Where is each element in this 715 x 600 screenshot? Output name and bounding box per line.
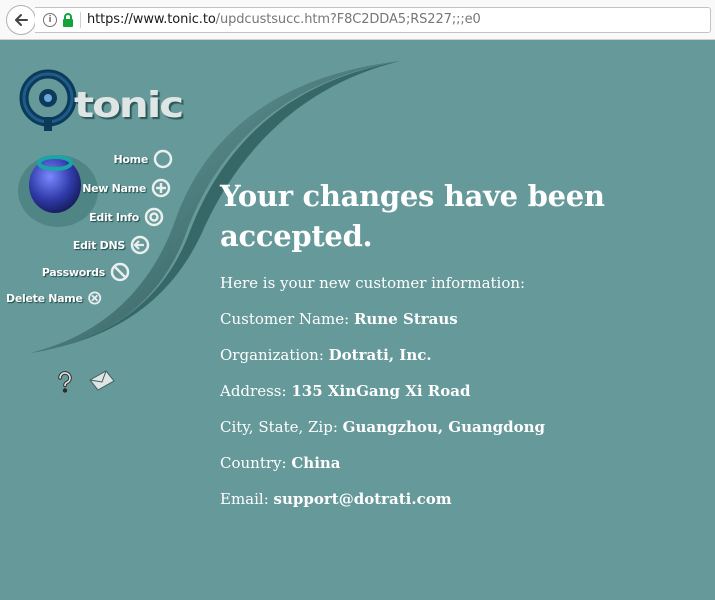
intro-text: Here is your new customer information: (220, 274, 526, 292)
url-text[interactable]: https://www.tonic.to/updcustsucc.htm?F8C… (87, 12, 481, 27)
nav-new-name[interactable]: New Name (80, 177, 172, 199)
circle-icon (153, 149, 173, 169)
field-label: Organization: (220, 346, 324, 364)
prohibited-icon (110, 262, 130, 282)
city-state-zip-row: City, State, Zip: Guangzhou, Guangdong (220, 418, 690, 436)
field-label: Address: (220, 382, 287, 400)
city-state-zip-value: Guangzhou, Guangdong (342, 418, 545, 436)
back-button[interactable] (6, 5, 36, 35)
browser-toolbar: i https://www.tonic.to/updcustsucc.htm?F… (0, 0, 715, 40)
nav-delete-name[interactable]: Delete Name (6, 287, 102, 309)
country-row: Country: China (220, 454, 690, 472)
arrow-left-icon (130, 235, 150, 255)
country-value: China (291, 454, 341, 472)
nav-delete-name-label: Delete Name (6, 291, 83, 305)
nav-new-name-label: New Name (82, 181, 146, 195)
question-mark-icon[interactable] (55, 370, 75, 394)
customer-name-row: Customer Name: Rune Straus (220, 310, 690, 328)
organization-value: Dotrati, Inc. (328, 346, 432, 364)
tonic-logo[interactable]: tonic (74, 84, 184, 126)
url-separator (80, 12, 81, 28)
nav-passwords-label: Passwords (41, 265, 105, 279)
nav-edit-info-label: Edit Info (89, 210, 139, 224)
customer-name-value: Rune Straus (353, 310, 458, 328)
email-row: Email: support@dotrati.com (220, 490, 690, 508)
main-content: Your changes have been accepted. Here is… (220, 176, 690, 526)
address-bar[interactable]: i https://www.tonic.to/updcustsucc.htm?F… (35, 7, 711, 33)
url-host: https://www.tonic.to (87, 12, 216, 27)
nav-edit-dns-label: Edit DNS (72, 238, 125, 252)
field-label: Customer Name: (220, 310, 350, 328)
page-title: Your changes have been accepted. (220, 179, 605, 253)
envelope-icon[interactable] (88, 368, 116, 392)
field-label: City, State, Zip: (220, 418, 338, 436)
target-icon (144, 207, 164, 227)
email-value: support@dotrati.com (273, 490, 452, 508)
organization-row: Organization: Dotrati, Inc. (220, 346, 690, 364)
tonic-logo-mark (19, 69, 77, 131)
field-label: Email: (220, 490, 269, 508)
nav-home[interactable]: Home (100, 148, 174, 170)
url-path: /updcustsucc.htm?F8C2DDA5;RS227;;;e0 (215, 12, 481, 27)
address-row: Address: 135 XinGang Xi Road (220, 382, 690, 400)
address-value: 135 XinGang Xi Road (291, 382, 471, 400)
field-label: Country: (220, 454, 287, 472)
back-arrow-icon (15, 14, 28, 26)
x-icon (87, 291, 101, 305)
lock-icon[interactable] (62, 12, 74, 28)
nav-edit-info[interactable]: Edit Info (80, 206, 165, 228)
nav-home-label: Home (113, 152, 149, 166)
nav-passwords[interactable]: Passwords (40, 261, 131, 283)
nav-edit-dns[interactable]: Edit DNS (64, 234, 151, 256)
plus-icon (151, 178, 171, 198)
info-icon[interactable]: i (43, 13, 57, 27)
